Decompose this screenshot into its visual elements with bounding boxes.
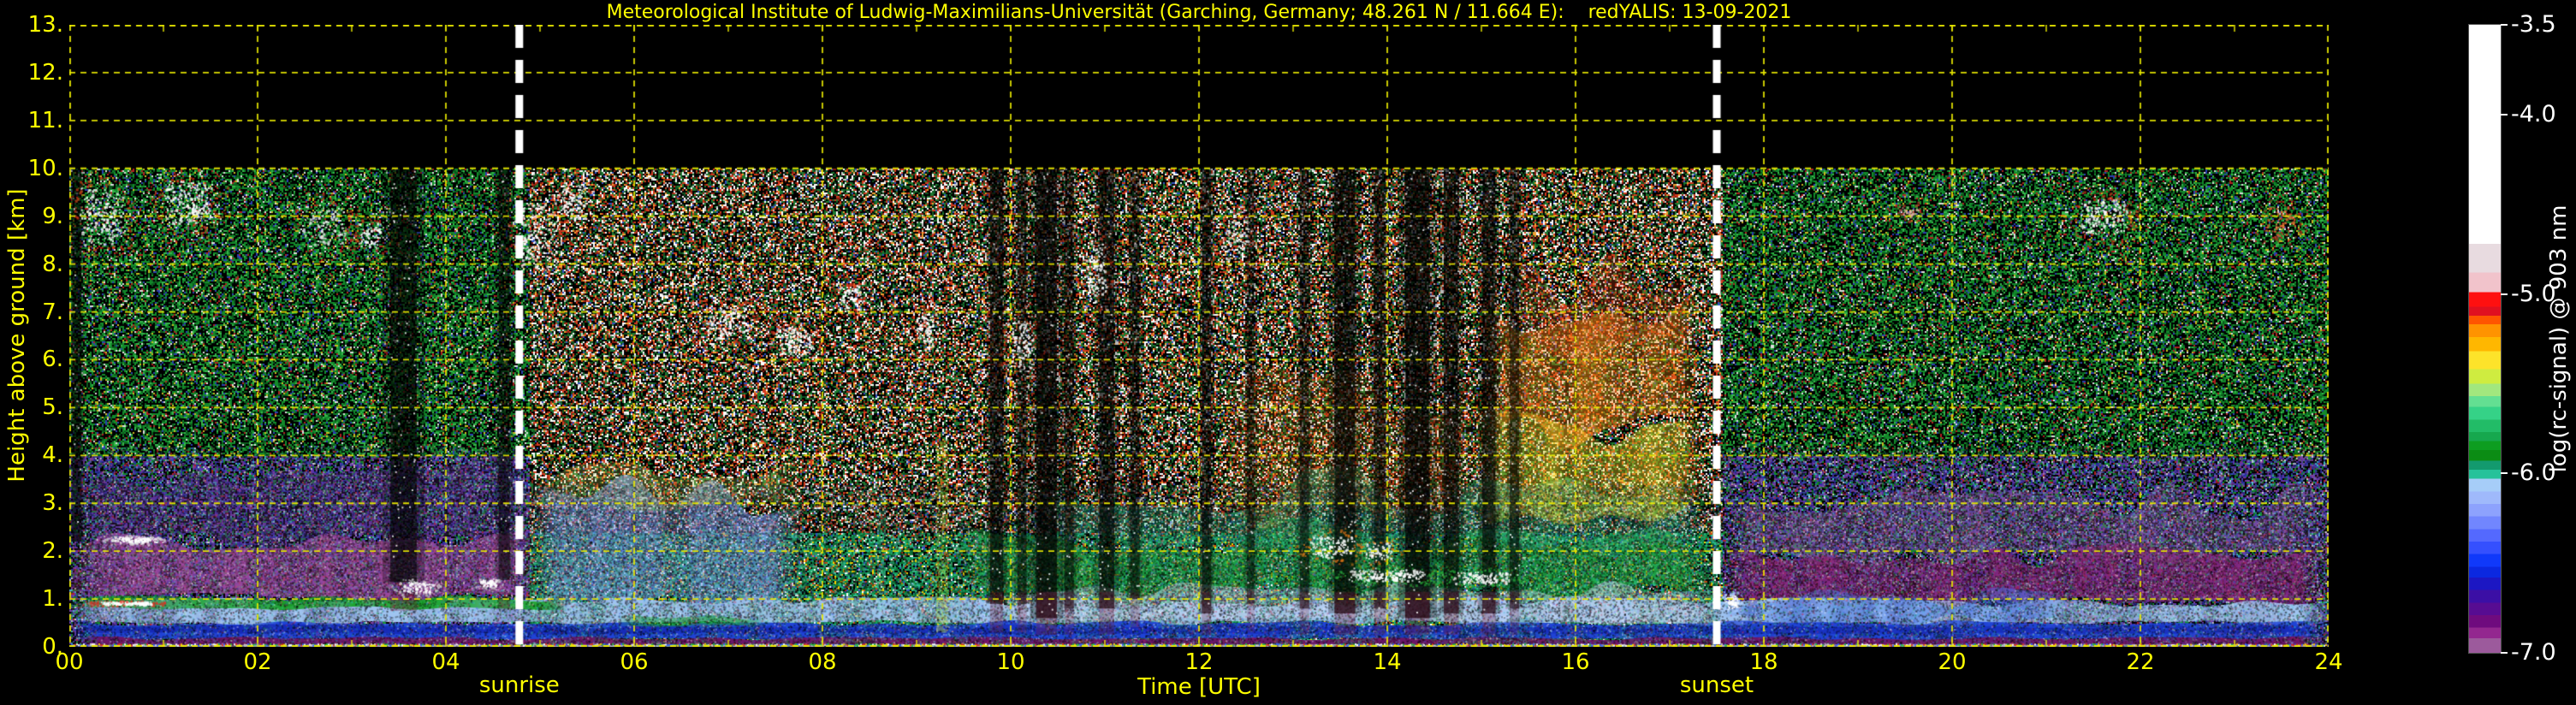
x-tick-label: 06 bbox=[620, 649, 649, 675]
lidar-heatmap-canvas bbox=[69, 25, 2329, 647]
colorbar-tick-label: -3.5 bbox=[2511, 11, 2556, 38]
x-tick-label: 14 bbox=[1373, 649, 1402, 675]
colorbar-gradient bbox=[2468, 24, 2502, 654]
x-tick-label: 22 bbox=[2126, 649, 2155, 675]
colorbar-tick-mark bbox=[2501, 652, 2508, 654]
colorbar-tick-mark bbox=[2501, 24, 2508, 26]
chart-title: Meteorological Institute of Ludwig-Maxim… bbox=[606, 2, 1792, 23]
y-tick-label: 3. bbox=[42, 490, 63, 517]
x-tick-label: 08 bbox=[808, 649, 837, 675]
y-tick-label: 13. bbox=[27, 12, 63, 38]
y-tick-label: 12. bbox=[27, 59, 63, 86]
x-tick-label: 20 bbox=[1938, 649, 1967, 675]
colorbar-label: log(rc-signal) @ 903 nm bbox=[2546, 204, 2572, 473]
y-tick-label: 2. bbox=[42, 538, 63, 565]
y-tick-label: 11. bbox=[27, 107, 63, 133]
x-tick-label: 04 bbox=[431, 649, 460, 675]
x-tick-label: 18 bbox=[1749, 649, 1778, 675]
y-tick-label: 10. bbox=[27, 155, 63, 181]
colorbar-tick-mark bbox=[2501, 293, 2508, 295]
x-tick-label: 00 bbox=[55, 649, 84, 675]
colorbar-tick-mark bbox=[2501, 472, 2508, 475]
x-tick-label: 02 bbox=[243, 649, 272, 675]
x-tick-label: 10 bbox=[996, 649, 1025, 675]
y-axis-label: Height above ground [km] bbox=[4, 188, 30, 483]
sunrise-label: sunrise bbox=[478, 672, 560, 698]
x-axis-label: Time [UTC] bbox=[1137, 674, 1261, 700]
colorbar-tick-label: -4.0 bbox=[2511, 100, 2556, 127]
lidar-quicklook-figure: Meteorological Institute of Ludwig-Maxim… bbox=[0, 0, 2576, 705]
x-tick-label: 24 bbox=[2314, 649, 2343, 675]
colorbar-tick-label: -7.0 bbox=[2511, 639, 2556, 666]
colorbar-tick-mark bbox=[2501, 113, 2508, 116]
y-tick-label: 1. bbox=[42, 586, 63, 613]
x-tick-label: 12 bbox=[1184, 649, 1214, 675]
x-tick-label: 16 bbox=[1561, 649, 1590, 675]
sunset-label: sunset bbox=[1679, 672, 1754, 698]
